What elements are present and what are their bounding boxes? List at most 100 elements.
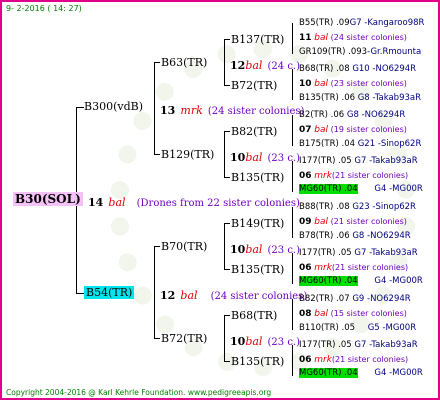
great-grandparent-node[interactable]: B149(TR) xyxy=(231,218,284,229)
ancestor-row[interactable]: MG60(TR) .04 G4 -MG00R xyxy=(299,276,423,286)
root-kind: bal xyxy=(108,196,126,209)
count: 06 xyxy=(299,355,312,365)
ancestor-link[interactable]: G10 -NO6294R xyxy=(352,64,416,74)
great-grandparent-node[interactable]: B72(TR) xyxy=(231,80,277,91)
ancestor-row[interactable]: B110(TR) .05 G5 -MG00R xyxy=(299,324,416,333)
ancestor-row[interactable]: B175(TR) .04 G21 -Sinop62R xyxy=(299,140,421,149)
mother-summary: 12 bal (24 sister colonies) xyxy=(160,286,307,302)
grandparent-node[interactable]: B72(TR) xyxy=(161,333,207,344)
ancestor-link[interactable]: G9 -NO6294R xyxy=(352,294,410,304)
great-grandparent-node[interactable]: B137(TR) xyxy=(231,34,284,45)
note: (21 sister colonies) xyxy=(331,171,409,180)
ancestor-row[interactable]: I177(TR) .05 G7 -Takab93aR xyxy=(299,341,418,350)
copyright-footer: Copyright 2004-2016 @ Karl Kehrle Founda… xyxy=(6,388,272,397)
ancestor-link[interactable]: G5 -MG00R xyxy=(368,323,416,333)
count: 12 xyxy=(230,59,246,72)
ancestor-id: B55(TR) .09 xyxy=(299,18,350,28)
ancestor-link[interactable]: G8 -Takab93aR xyxy=(358,93,421,103)
ancestor-link[interactable]: G7 -Takab93aR xyxy=(354,156,417,166)
kind: bal xyxy=(245,335,263,348)
grandparent-node[interactable]: B63(TR) xyxy=(161,57,207,68)
connector xyxy=(224,177,230,178)
ancestor-link[interactable]: G7 -Takab93aR xyxy=(354,340,417,350)
count: 09 xyxy=(299,217,312,227)
summary-row: 10 bal (23 sister colonies) xyxy=(299,80,407,89)
connector xyxy=(224,223,225,269)
ancestor-id: B68(TR) .08 xyxy=(299,64,350,74)
count: 07 xyxy=(299,125,312,135)
connector xyxy=(292,69,293,100)
summary-row: 07 bal (19 sister colonies) xyxy=(299,126,407,135)
root-note: (Drones from 22 sister colonies) xyxy=(136,198,300,209)
mother-connector xyxy=(154,246,155,338)
ancestor-link[interactable]: G7 -Kangaroo98R xyxy=(350,18,425,28)
ancestor-link[interactable]: -Gr.Rmounta xyxy=(367,47,421,57)
ancestor-link[interactable]: G7 -Takab93aR xyxy=(354,248,417,258)
ancestor-row[interactable]: B2(TR) .06 G8 -NO6294R xyxy=(299,111,405,120)
ancestor-id: B110(TR) .05 xyxy=(299,323,356,333)
ancestor-id: B78(TR) .06 xyxy=(299,231,350,241)
connector xyxy=(224,39,225,85)
ancestor-link[interactable]: G4 -MG00R xyxy=(374,184,422,194)
connector xyxy=(292,161,293,192)
count: 06 xyxy=(299,263,312,273)
connector xyxy=(292,345,293,376)
summary-row: 06 mrk(21 sister colonies) xyxy=(299,356,408,365)
father-node[interactable]: B300(vdB) xyxy=(84,101,143,112)
ancestor-row[interactable]: B82(TR) .07 G9 -NO6294R xyxy=(299,295,411,304)
ancestor-id: I177(TR) .05 xyxy=(299,156,352,166)
ancestor-link[interactable]: G23 -Sinop62R xyxy=(352,202,416,212)
ancestor-row[interactable]: B55(TR) .09G7 -Kangaroo98R xyxy=(299,19,424,28)
ancestor-row[interactable]: MG60(TR) .04 G4 -MG00R xyxy=(299,368,423,378)
kind: mrk xyxy=(314,355,332,365)
ancestor-row[interactable]: B68(TR) .08 G10 -NO6294R xyxy=(299,65,416,74)
note: (23 c.) xyxy=(267,245,301,256)
kind: bal xyxy=(245,151,263,164)
grandparent-summary: 10bal (23 c.) xyxy=(230,332,300,348)
ancestor-link[interactable]: G4 -MG00R xyxy=(374,276,422,286)
ancestor-row[interactable]: I177(TR) .05 G7 -Takab93aR xyxy=(299,157,418,166)
ancestor-row[interactable]: MG60(TR) .04 G4 -MG00R xyxy=(299,184,423,194)
ancestor-link[interactable]: G8 -NO6294R xyxy=(347,110,405,120)
connector xyxy=(76,107,84,108)
ancestor-row[interactable]: GR109(TR) .093-Gr.Rmounta xyxy=(299,48,421,57)
great-grandparent-node[interactable]: B82(TR) xyxy=(231,126,277,137)
summary-row: 06 mrk(21 sister colonies) xyxy=(299,264,408,273)
great-grandparent-node[interactable]: B135(TR) xyxy=(231,264,284,275)
kind: mrk xyxy=(314,171,332,181)
root-queen[interactable]: B30(SOL) xyxy=(13,192,83,206)
connector xyxy=(154,62,160,63)
ancestor-row[interactable]: I177(TR) .05 G7 -Takab93aR xyxy=(299,249,418,258)
note: (23 sister colonies) xyxy=(330,79,407,88)
ancestor-id-highlight: MG60(TR) .04 xyxy=(299,368,358,378)
root-summary: 14 bal (Drones from 22 sister colonies) xyxy=(88,193,300,209)
grandparent-node[interactable]: B70(TR) xyxy=(161,241,207,252)
ancestor-row[interactable]: B88(TR) .08 G23 -Sinop62R xyxy=(299,203,416,212)
grandparent-node[interactable]: B129(TR) xyxy=(161,149,214,160)
note: (21 sister colonies) xyxy=(331,263,409,272)
count: 10 xyxy=(230,151,246,164)
ancestor-row[interactable]: B135(TR) .06 G8 -Takab93aR xyxy=(299,94,421,103)
ancestor-row[interactable]: B78(TR) .06 G8 -NO6294R xyxy=(299,232,411,241)
connector xyxy=(224,131,230,132)
connector xyxy=(292,299,293,330)
kind: bal xyxy=(314,125,328,135)
great-grandparent-node[interactable]: B135(TR) xyxy=(231,356,284,367)
summary-row: 11 bal (24 sister colonies) xyxy=(299,34,407,43)
count: 10 xyxy=(299,79,312,89)
great-grandparent-node[interactable]: B68(TR) xyxy=(231,310,277,321)
ancestor-link[interactable]: G4 -MG00R xyxy=(374,368,422,378)
ancestor-id: B2(TR) .06 xyxy=(299,110,345,120)
ancestor-id: B175(TR) .04 xyxy=(299,139,356,149)
mother-node[interactable]: B54(TR) xyxy=(84,286,135,299)
ancestor-link[interactable]: G8 -NO6294R xyxy=(352,231,410,241)
count: 11 xyxy=(299,33,312,43)
great-grandparent-node[interactable]: B135(TR) xyxy=(231,172,284,183)
connector xyxy=(224,315,225,361)
kind: bal xyxy=(245,59,263,72)
connector xyxy=(292,253,293,284)
ancestor-link[interactable]: G21 -Sinop62R xyxy=(358,139,422,149)
father-summary: 13 mrk (24 sister colonies) xyxy=(160,101,304,117)
grandparent-summary: 12bal (24 c.) xyxy=(230,56,300,72)
connector xyxy=(292,23,293,54)
